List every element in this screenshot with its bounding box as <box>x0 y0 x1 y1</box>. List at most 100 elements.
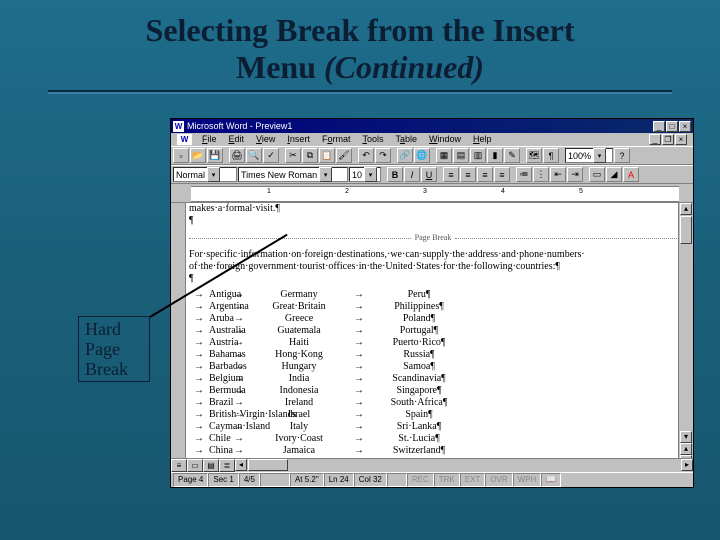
close-button[interactable]: × <box>679 121 691 132</box>
doc-restore-button[interactable]: ❐ <box>662 134 674 145</box>
scroll-thumb-h[interactable] <box>248 459 288 471</box>
menu-insert[interactable]: Insert <box>285 134 312 145</box>
bold-button[interactable]: B <box>387 167 403 182</box>
view-outline-button[interactable]: ≣ <box>219 459 235 472</box>
menu-window[interactable]: Window <box>427 134 463 145</box>
undo-button[interactable]: ↶ <box>358 148 374 163</box>
doc-minimize-button[interactable]: _ <box>649 134 661 145</box>
menu-file[interactable]: FFileile <box>200 134 219 145</box>
align-left-button[interactable]: ≡ <box>443 167 459 182</box>
doc-icon: W <box>177 134 192 145</box>
selection-bar[interactable] <box>171 203 186 479</box>
table-row: →Bahamas→Hong·Kong→Russia¶ <box>189 349 677 361</box>
window-title: Microsoft Word - Preview1 <box>187 121 292 131</box>
menu-format[interactable]: Format <box>320 134 353 145</box>
ruler[interactable]: 1 2 3 4 5 <box>191 186 679 202</box>
status-book-icon[interactable]: 📖 <box>541 473 561 487</box>
borders-button[interactable]: ▭ <box>589 167 605 182</box>
help-button[interactable]: ? <box>614 148 630 163</box>
drawing-button[interactable]: ✎ <box>504 148 520 163</box>
decrease-indent-button[interactable]: ⇤ <box>550 167 566 182</box>
highlight-button[interactable]: ◢ <box>606 167 622 182</box>
numbering-button[interactable]: ≔ <box>516 167 532 182</box>
page-break-marker: Page Break <box>189 233 677 243</box>
view-layout-button[interactable]: ▭ <box>187 459 203 472</box>
prev-page-button[interactable]: ▴ <box>680 443 692 455</box>
status-trk: TRK <box>434 473 460 487</box>
page-content[interactable]: makes·a·formal·visit.¶ ¶ Page Break For·… <box>189 203 677 479</box>
menu-edit[interactable]: Edit <box>227 134 247 145</box>
open-button[interactable]: 📂 <box>190 148 206 163</box>
view-page-button[interactable]: ▤ <box>203 459 219 472</box>
font-size-select[interactable]: 10▾ <box>349 167 381 182</box>
status-at: At 5.2" <box>290 473 324 487</box>
paste-button[interactable]: 📋 <box>319 148 335 163</box>
scroll-down-button[interactable]: ▾ <box>680 431 692 443</box>
menu-tools[interactable]: Tools <box>360 134 385 145</box>
italic-button[interactable]: I <box>404 167 420 182</box>
scroll-thumb-v[interactable] <box>680 216 692 244</box>
table-row: →Belgium→India→Scandinavia¶ <box>189 373 677 385</box>
status-ln: Ln 24 <box>324 473 354 487</box>
columns-button[interactable]: ▮ <box>487 148 503 163</box>
body-line3: For·specific·information·on·foreign·dest… <box>189 249 677 261</box>
tables-button[interactable]: ▦ <box>436 148 452 163</box>
save-button[interactable]: 💾 <box>207 148 223 163</box>
redo-button[interactable]: ↷ <box>375 148 391 163</box>
slide-title-block: Selecting Break from the Insert Menu (Co… <box>0 0 720 94</box>
table-row: →Australia→Guatemala→Portugal¶ <box>189 325 677 337</box>
table-row: →Chile→Ivory·Coast→St.·Lucia¶ <box>189 433 677 445</box>
minimize-button[interactable]: _ <box>653 121 665 132</box>
doc-close-button[interactable]: × <box>675 134 687 145</box>
menu-help[interactable]: Help <box>471 134 494 145</box>
map-button[interactable]: 🗺 <box>526 148 542 163</box>
horizontal-scrollbar[interactable]: ≡ ▭ ▤ ≣ ◂ ▸ <box>171 458 693 473</box>
table-row: →Cayman·Island→Italy→Sri·Lanka¶ <box>189 421 677 433</box>
title-line1: Selecting Break from the Insert <box>146 12 575 48</box>
slide-title: Selecting Break from the Insert Menu (Co… <box>36 12 684 86</box>
bullets-button[interactable]: ⋮ <box>533 167 549 182</box>
underline-button[interactable]: U <box>421 167 437 182</box>
menu-view[interactable]: View <box>254 134 277 145</box>
preview-button[interactable]: 🔍 <box>246 148 262 163</box>
align-center-button[interactable]: ≡ <box>460 167 476 182</box>
window-titlebar[interactable]: W Microsoft Word - Preview1 _ □ × <box>171 119 693 133</box>
title-line2b: (Continued) <box>324 49 484 85</box>
style-select[interactable]: Normal▾ <box>173 167 237 182</box>
justify-button[interactable]: ≡ <box>494 167 510 182</box>
scroll-right-button[interactable]: ▸ <box>681 459 693 471</box>
hyperlink-button[interactable]: 🔗 <box>397 148 413 163</box>
status-page: Page 4 <box>173 473 208 487</box>
spell-button[interactable]: ✓ <box>263 148 279 163</box>
body-line4: of·the·foreign·government·tourist·office… <box>189 261 677 273</box>
document-area[interactable]: ▴ ▾ ▴ ○ ▾ makes·a·formal·visit.¶ ¶ Page … <box>171 202 693 479</box>
menu-table[interactable]: Table <box>393 134 419 145</box>
vertical-scrollbar[interactable]: ▴ ▾ ▴ ○ ▾ <box>678 203 693 479</box>
status-ext: EXT <box>460 473 486 487</box>
ruler-5: 5 <box>579 188 583 195</box>
status-sec: Sec 1 <box>208 473 238 487</box>
web-toolbar-button[interactable]: 🌐 <box>414 148 430 163</box>
word-window: W Microsoft Word - Preview1 _ □ × W FFil… <box>170 118 694 488</box>
maximize-button[interactable]: □ <box>666 121 678 132</box>
cut-button[interactable]: ✂ <box>285 148 301 163</box>
table-row: →Barbados→Hungary→Samoa¶ <box>189 361 677 373</box>
scroll-left-button[interactable]: ◂ <box>235 459 247 471</box>
copy-button[interactable]: ⧉ <box>302 148 318 163</box>
excel-button[interactable]: ▥ <box>470 148 486 163</box>
font-color-button[interactable]: A <box>623 167 639 182</box>
callout-l2: Page <box>85 339 143 359</box>
font-select[interactable]: Times New Roman▾ <box>238 167 348 182</box>
insert-table-button[interactable]: ▤ <box>453 148 469 163</box>
paragraph-marks-button[interactable]: ¶ <box>543 148 559 163</box>
zoom-select[interactable]: 100%▾ <box>565 148 613 163</box>
new-button[interactable]: ▫ <box>173 148 189 163</box>
country-table: →Antigua→Germany→Peru¶→Argentina→Great·B… <box>189 289 677 479</box>
scroll-up-button[interactable]: ▴ <box>680 203 692 215</box>
callout-box: Hard Page Break <box>78 316 150 382</box>
print-button[interactable]: 🖨 <box>229 148 245 163</box>
format-painter-button[interactable]: 🖌 <box>336 148 352 163</box>
increase-indent-button[interactable]: ⇥ <box>567 167 583 182</box>
align-right-button[interactable]: ≡ <box>477 167 493 182</box>
view-normal-button[interactable]: ≡ <box>171 459 187 472</box>
